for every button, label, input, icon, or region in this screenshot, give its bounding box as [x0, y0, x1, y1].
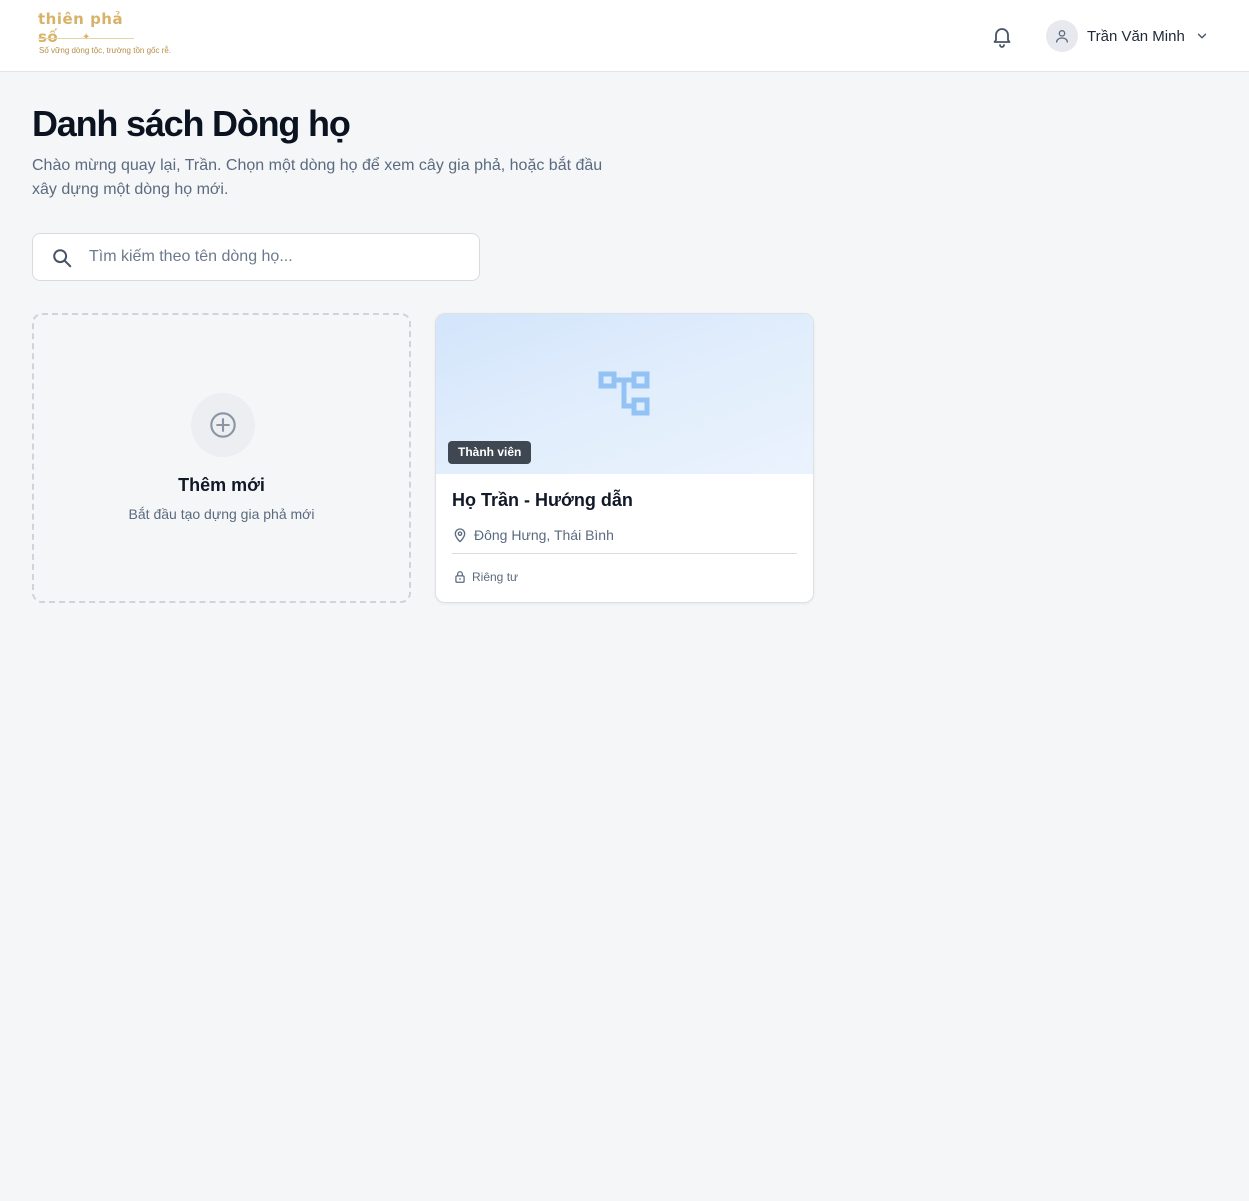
card-divider	[452, 553, 797, 554]
page-subtitle: Chào mừng quay lại, Trần. Chọn một dòng …	[32, 157, 603, 198]
clan-card[interactable]: Thành viên Họ Trần - Hướng dẫn Đông Hưng…	[435, 313, 814, 603]
user-icon	[1056, 30, 1068, 43]
family-tree-icon	[598, 371, 650, 416]
clan-name: Họ Trần - Hướng dẫn	[452, 490, 633, 510]
role-badge: Thành viên	[448, 441, 532, 464]
plus-circle-icon	[210, 412, 236, 438]
user-menu[interactable]: Trần Văn Minh	[1046, 20, 1209, 52]
lock-icon	[455, 571, 465, 583]
add-card-title: Thêm mới	[178, 475, 265, 495]
page-title: Danh sách Dòng họ	[32, 103, 351, 144]
user-name: Trần Văn Minh	[1087, 27, 1185, 45]
chevron-down-icon	[1195, 29, 1209, 43]
add-icon-wrapper	[191, 393, 255, 457]
search-input[interactable]	[89, 234, 469, 280]
clan-cover: Thành viên	[436, 314, 813, 474]
app-logo[interactable]: thiên phả số ✦ Số vững dòng tộc, trường …	[38, 10, 171, 60]
search-box	[32, 233, 480, 281]
map-pin-icon	[454, 528, 466, 543]
location-text: Đông Hưng, Thái Bình	[474, 527, 614, 543]
privacy-text: Riêng tư	[472, 570, 519, 584]
add-card-subtitle: Bắt đầu tạo dựng gia phả mới	[128, 506, 315, 522]
avatar	[1046, 20, 1078, 52]
top-header: thiên phả số ✦ Số vững dòng tộc, trường …	[0, 0, 1249, 72]
clan-privacy: Riêng tư	[453, 570, 518, 584]
clan-location: Đông Hưng, Thái Bình	[452, 527, 614, 543]
logo-tagline: Số vững dòng tộc, trường tồn gốc rễ.	[39, 46, 172, 55]
search-icon	[51, 247, 73, 269]
add-clan-card[interactable]: Thêm mới Bắt đầu tạo dựng gia phả mới	[32, 313, 411, 603]
logo-divider	[38, 38, 134, 39]
bell-icon[interactable]	[990, 24, 1014, 48]
